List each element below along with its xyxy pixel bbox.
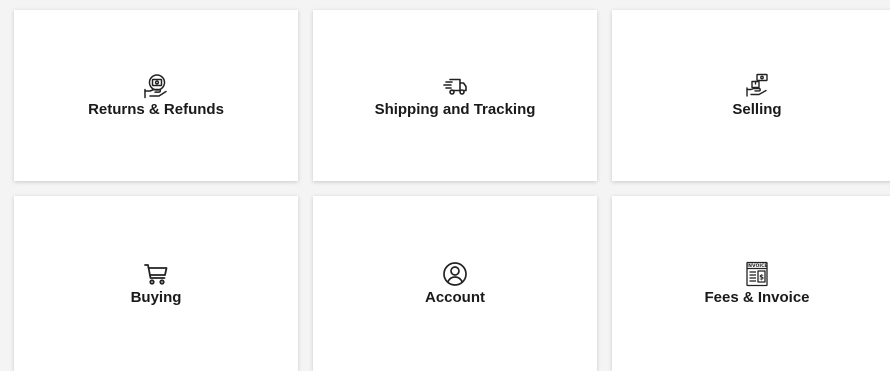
shopping-cart-icon <box>142 260 170 288</box>
topic-label: Returns & Refunds <box>88 101 224 118</box>
topic-card-account[interactable]: Account <box>313 196 597 371</box>
refund-icon <box>142 72 170 100</box>
topic-card-buying[interactable]: Buying <box>14 196 298 371</box>
topic-label: Account <box>425 289 485 306</box>
topic-label: Buying <box>130 289 182 306</box>
invoice-icon-text: INVOICE <box>746 263 767 269</box>
help-topics-grid: Returns & Refunds Shipping and Tracking <box>0 0 890 371</box>
topic-card-returns-refunds[interactable]: Returns & Refunds <box>14 10 298 181</box>
topic-card-selling[interactable]: Selling <box>612 10 890 181</box>
svg-text:$: $ <box>759 274 764 282</box>
selling-icon <box>743 72 771 100</box>
topic-card-shipping-tracking[interactable]: Shipping and Tracking <box>313 10 597 181</box>
invoice-icon: INVOICE $ <box>743 260 771 288</box>
topic-card-fees-invoice[interactable]: INVOICE $ Fees & Invoice <box>612 196 890 371</box>
topic-label: Shipping and Tracking <box>374 101 536 118</box>
topic-label: Fees & Invoice <box>704 289 810 306</box>
delivery-truck-icon <box>441 72 469 100</box>
user-account-icon <box>441 260 469 288</box>
topic-label: Selling <box>732 101 782 118</box>
